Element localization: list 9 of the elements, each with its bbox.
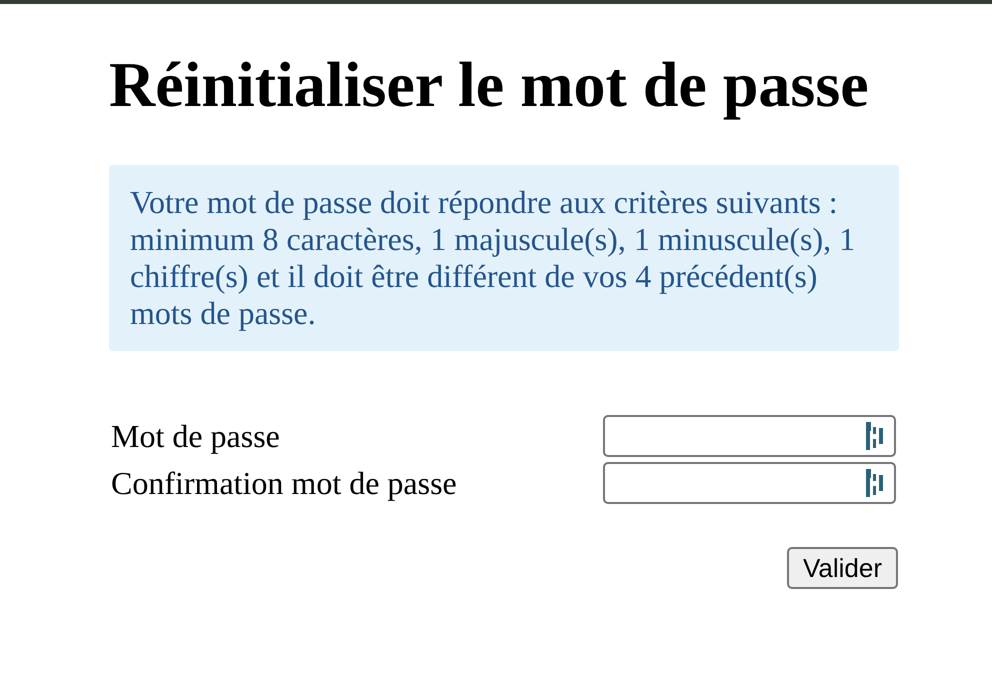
field-label: Confirmation mot de passe [111, 464, 457, 502]
password-field[interactable] [603, 415, 896, 457]
password-field[interactable] [603, 462, 896, 504]
bars-icon[interactable] [866, 422, 884, 450]
submit-button[interactable]: Valider [786, 547, 898, 589]
bars-icon[interactable] [866, 469, 884, 497]
password-criteria-notice: Votre mot de passe doit répondre aux critères suivants : minimum 8 caractères, 1 majuscule(s), 1 minuscule(s), 1 chiffre(s) et il doit être différent de vos 4 précédent(s) mots de passe. [109, 165, 899, 351]
page-title: Réinitialiser le mot de passe [109, 48, 870, 122]
field-label: Mot de passe [111, 417, 280, 455]
